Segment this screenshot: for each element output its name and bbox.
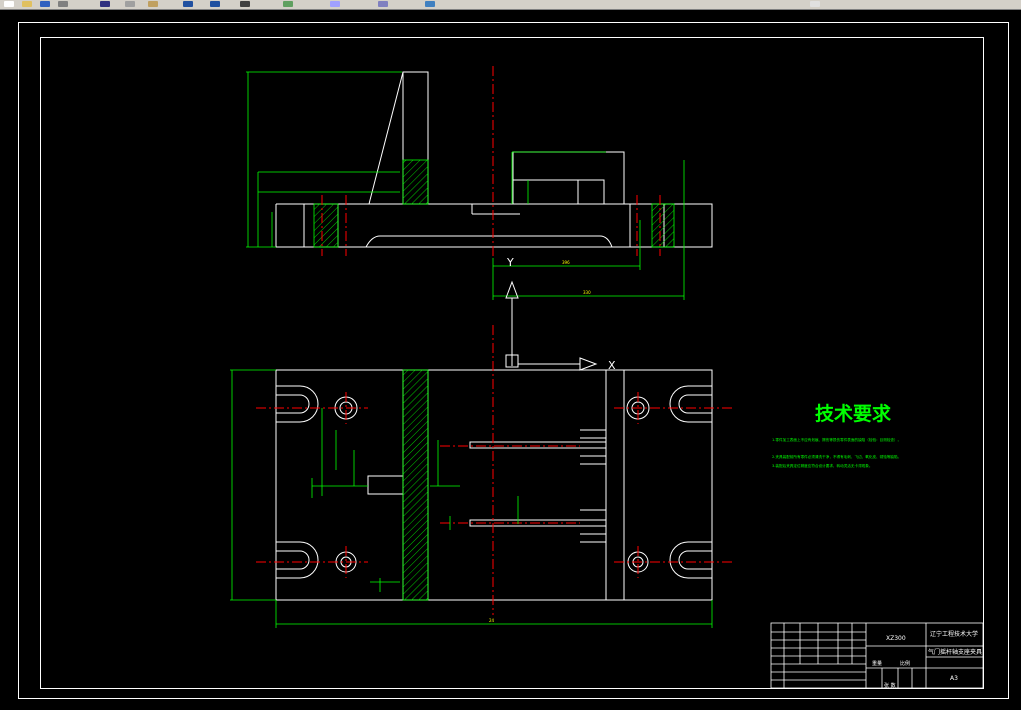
cad-toolbar	[0, 0, 1021, 10]
print-icon[interactable]	[58, 1, 68, 7]
help-icon[interactable]	[810, 1, 820, 7]
pan-icon[interactable]	[240, 1, 250, 7]
title-block-part-code: XZ300	[886, 635, 906, 642]
title-block-part-name: 气门摇杆轴支座夹具	[928, 648, 982, 656]
title-block-sheet-size: A3	[950, 675, 958, 682]
redo-icon[interactable]	[210, 1, 220, 7]
sheet-border	[18, 22, 1009, 699]
match-icon[interactable]	[425, 1, 435, 7]
new-icon[interactable]	[4, 1, 14, 7]
properties-icon[interactable]	[378, 1, 388, 7]
tech-requirements-title: 技术要求	[815, 402, 892, 425]
drawing-canvas[interactable]: 396 330 Y X 24 技术要求 1.零件加工表面上不应有划痕、擦伤等损伤…	[0, 10, 1021, 710]
tech-requirement-line-1: 1.零件加工表面上不应有划痕、擦伤等损伤零件表面的缺陷（检验：目测检查）。	[772, 437, 901, 442]
plan-view-hatching	[402, 369, 429, 601]
zoom-icon[interactable]	[283, 1, 293, 7]
layers-icon[interactable]	[330, 1, 340, 7]
save-icon[interactable]	[40, 1, 50, 7]
ucs-icon	[505, 280, 598, 371]
dim-text-top-offset: 396	[562, 260, 570, 265]
plan-view-dimensions	[230, 369, 713, 628]
title-block-sheet-label: 张 数	[884, 682, 896, 689]
plan-view	[275, 369, 713, 601]
dim-text-base-length: 330	[583, 290, 591, 295]
plan-view-centerlines	[256, 325, 734, 615]
front-view	[275, 71, 713, 248]
dim-text-center: 24	[489, 618, 495, 623]
ucs-y-label: Y	[506, 256, 514, 269]
tech-requirement-line-2: 2.夹具装配前所有零件必须清洗干净，不得有毛刺、飞边、氧化皮、锈蚀等缺陷。	[772, 454, 901, 459]
title-block-weight-label: 重量	[872, 660, 882, 667]
front-view-centerlines	[321, 66, 661, 258]
title-block-scale-label: 比例	[900, 660, 910, 667]
title-block-university: 辽宁工程技术大学	[930, 630, 978, 638]
copy-icon[interactable]	[125, 1, 135, 7]
undo-icon[interactable]	[183, 1, 193, 7]
open-icon[interactable]	[22, 1, 32, 7]
tech-requirement-line-3: 3.装配后夹具定位精度应符合设计要求，转动灵活无卡滞现象。	[772, 463, 872, 468]
paste-icon[interactable]	[148, 1, 158, 7]
cut-icon[interactable]	[100, 1, 110, 7]
front-view-dimensions	[246, 71, 685, 300]
